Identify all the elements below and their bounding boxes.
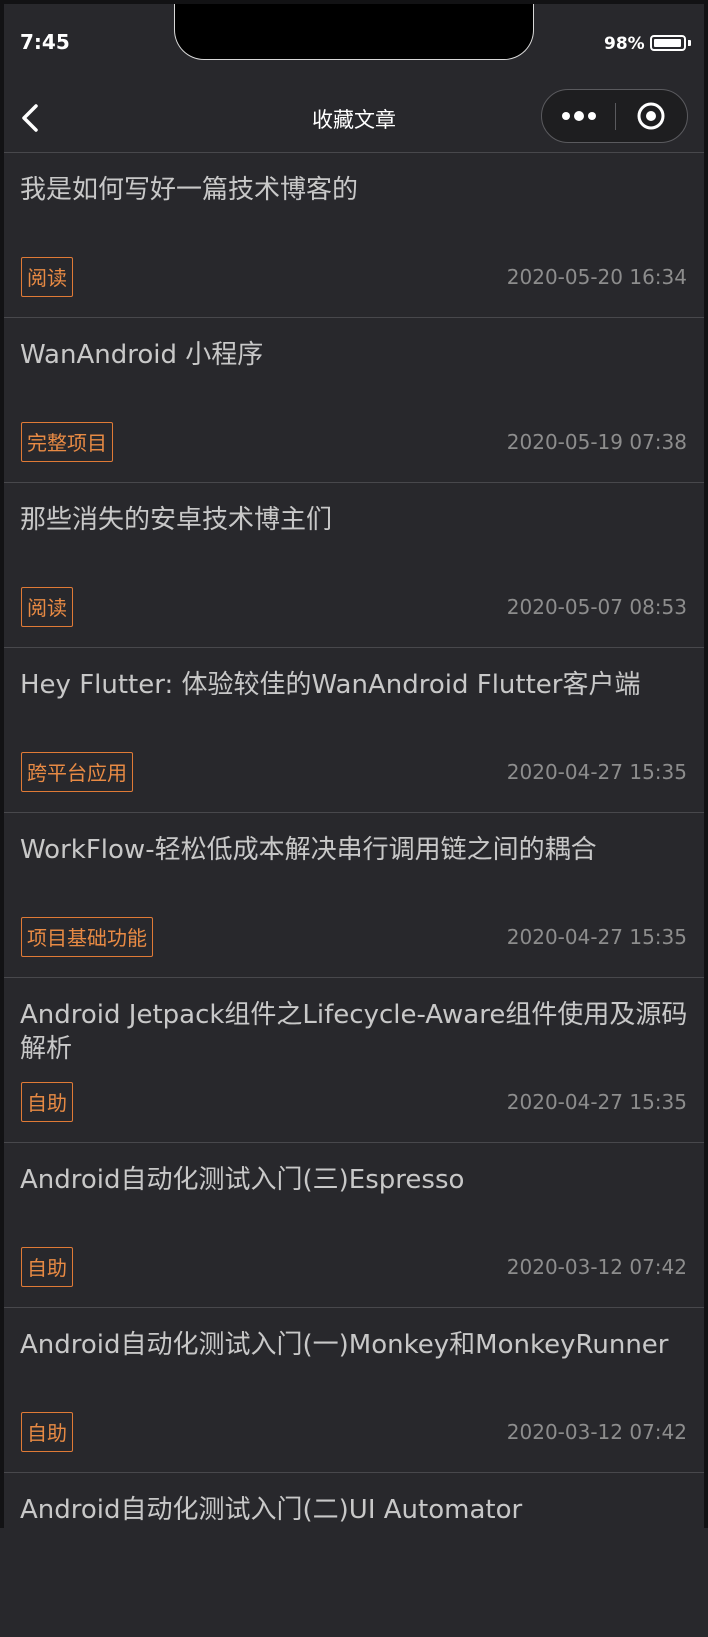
status-bar: 7:45 98% [0, 0, 708, 84]
article-date: 2020-05-19 07:38 [506, 430, 687, 454]
mini-program-capsule [541, 89, 688, 143]
nav-bar: 收藏文章 [0, 84, 708, 152]
more-dots-icon[interactable] [560, 106, 598, 126]
list-item[interactable]: Android Jetpack组件之Lifecycle-Aware组件使用及源码… [4, 977, 704, 1142]
list-item[interactable]: Android自动化测试入门(三)Espresso 自助 2020-03-12 … [4, 1142, 704, 1307]
target-circle-icon[interactable] [636, 101, 666, 131]
article-title: Hey Flutter: 体验较佳的WanAndroid Flutter客户端 [20, 670, 641, 700]
article-tag[interactable]: 项目基础功能 [21, 917, 153, 957]
article-tag[interactable]: 自助 [21, 1412, 73, 1452]
battery-percent: 98% [604, 34, 645, 54]
battery-fill [654, 39, 681, 47]
article-title: WanAndroid 小程序 [20, 340, 264, 370]
list-item[interactable]: Android自动化测试入门(一)Monkey和MonkeyRunner 自助 … [4, 1307, 704, 1472]
article-date: 2020-03-12 07:42 [506, 1255, 687, 1279]
article-title: 那些消失的安卓技术博主们 [20, 505, 333, 535]
article-title: Android自动化测试入门(一)Monkey和MonkeyRunner [20, 1330, 669, 1360]
list-item[interactable]: 那些消失的安卓技术博主们 阅读 2020-05-07 08:53 [4, 482, 704, 647]
article-title: 我是如何写好一篇技术博客的 [20, 175, 359, 205]
status-time: 7:45 [20, 30, 70, 54]
article-date: 2020-05-20 16:34 [506, 265, 687, 289]
list-item[interactable]: 我是如何写好一篇技术博客的 阅读 2020-05-20 16:34 [4, 152, 704, 317]
article-title: Android自动化测试入门(二)UI Automator [20, 1495, 523, 1525]
list-item[interactable]: Hey Flutter: 体验较佳的WanAndroid Flutter客户端 … [4, 647, 704, 812]
article-title: Android自动化测试入门(三)Espresso [20, 1165, 465, 1195]
article-tag[interactable]: 阅读 [21, 587, 73, 627]
list-item[interactable]: WanAndroid 小程序 完整项目 2020-05-19 07:38 [4, 317, 704, 482]
article-date: 2020-04-27 15:35 [506, 1090, 687, 1114]
article-title: WorkFlow-轻松低成本解决串行调用链之间的耦合 [20, 835, 597, 865]
article-tag[interactable]: 阅读 [21, 257, 73, 297]
article-date: 2020-05-07 08:53 [506, 595, 687, 619]
list-item[interactable]: WorkFlow-轻松低成本解决串行调用链之间的耦合 项目基础功能 2020-0… [4, 812, 704, 977]
battery-icon [650, 35, 686, 51]
battery-tip [688, 40, 691, 46]
article-list: 我是如何写好一篇技术博客的 阅读 2020-05-20 16:34 WanAnd… [4, 152, 704, 1637]
article-tag[interactable]: 自助 [21, 1247, 73, 1287]
article-title: Android Jetpack组件之Lifecycle-Aware组件使用及源码… [20, 1000, 688, 1064]
article-tag[interactable]: 跨平台应用 [21, 752, 133, 792]
article-date: 2020-04-27 15:35 [506, 925, 687, 949]
list-item[interactable]: Android自动化测试入门(二)UI Automator [4, 1472, 704, 1637]
article-tag[interactable]: 自助 [21, 1082, 73, 1122]
article-tag[interactable]: 完整项目 [21, 422, 113, 462]
article-date: 2020-03-12 07:42 [506, 1420, 687, 1444]
article-date: 2020-04-27 15:35 [506, 760, 687, 784]
capsule-divider [615, 103, 616, 130]
device-notch [174, 0, 534, 60]
